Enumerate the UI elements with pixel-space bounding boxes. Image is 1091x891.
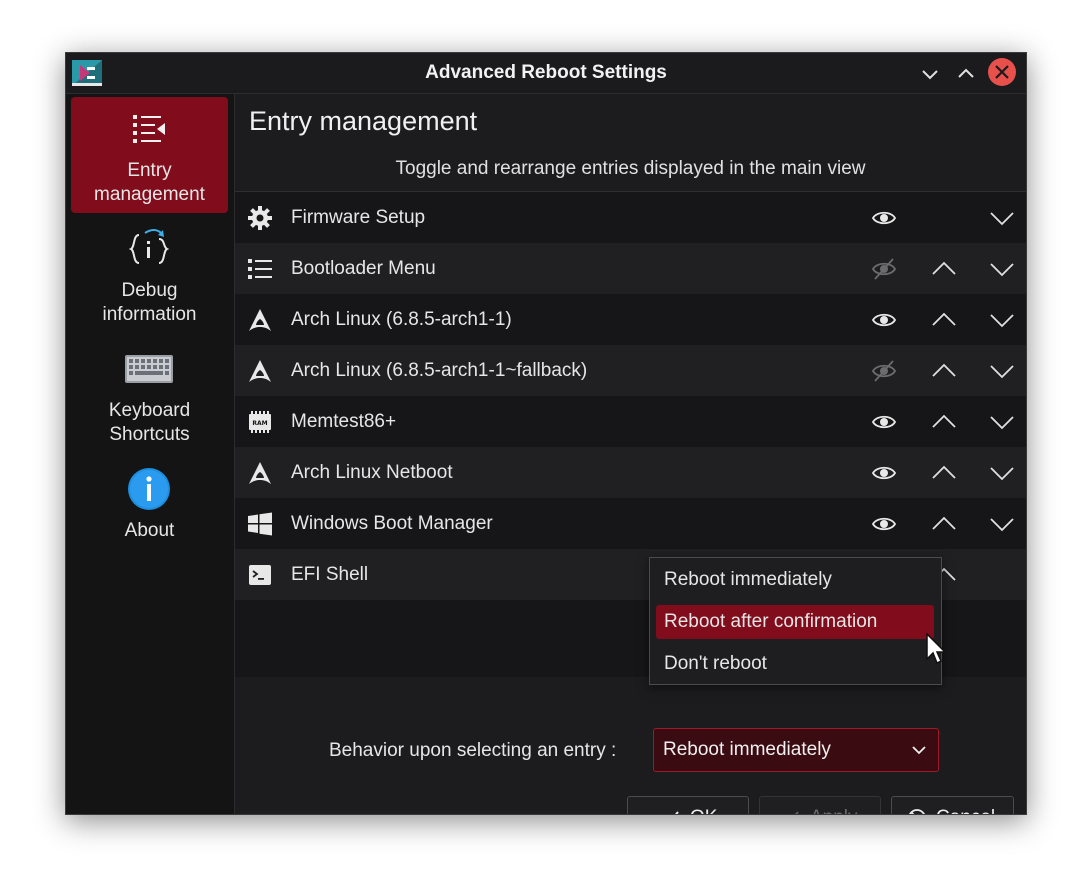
page-subtitle: Toggle and rearrange entries displayed i… (395, 158, 866, 179)
keyboard-icon (125, 355, 173, 383)
option-reboot-immediately[interactable]: Reboot immediately (656, 563, 934, 597)
close-icon[interactable] (988, 58, 1016, 86)
list-icon (248, 259, 272, 279)
sidebar-label-line2: information (102, 304, 197, 325)
sidebar-label-line2: management (94, 184, 205, 205)
cancel-icon (909, 809, 925, 814)
chevron-down-icon[interactable] (989, 460, 1015, 486)
list-item[interactable]: Arch Linux Netboot (235, 447, 1026, 498)
entry-label: Firmware Setup (291, 207, 426, 228)
behavior-label: Behavior upon selecting an entry : (329, 740, 617, 761)
eye-hidden-icon[interactable] (871, 358, 897, 384)
mouse-cursor-icon (926, 633, 947, 665)
option-dont-reboot[interactable]: Don't reboot (656, 647, 934, 681)
ram-chip-icon: RAM (249, 411, 271, 433)
minimize-icon[interactable] (918, 62, 942, 86)
entry-label: Windows Boot Manager (291, 513, 493, 534)
list-item[interactable]: RAM Memtest86+ (235, 396, 1026, 447)
list-item[interactable]: Arch Linux (6.8.5-arch1-1) (235, 294, 1026, 345)
sidebar-label-line1: Debug (121, 280, 178, 301)
debug-info-icon (128, 229, 170, 264)
cancel-button[interactable]: Cancel (891, 796, 1014, 814)
chevron-down-icon[interactable] (989, 409, 1015, 435)
sidebar-item-keyboard-shortcuts[interactable]: Keyboard Shortcuts (71, 337, 228, 453)
entry-label: EFI Shell (291, 564, 369, 585)
chevron-up-icon[interactable] (931, 307, 957, 333)
entry-label: Arch Linux (6.8.5-arch1-1~fallback) (291, 360, 588, 381)
eye-icon[interactable] (871, 307, 897, 333)
chevron-down-icon[interactable] (989, 511, 1015, 537)
eye-hidden-icon[interactable] (871, 256, 897, 282)
entry-label: Memtest86+ (291, 411, 397, 432)
sidebar-item-debug-information[interactable]: Debug information (71, 217, 228, 333)
behavior-dropdown[interactable]: Reboot immediately (653, 728, 939, 772)
entry-label: Bootloader Menu (291, 258, 436, 279)
eye-icon[interactable] (871, 409, 897, 435)
chevron-up-icon[interactable] (931, 460, 957, 486)
windows-icon (248, 512, 272, 536)
chevron-down-icon (912, 746, 926, 755)
eye-icon[interactable] (871, 205, 897, 231)
sidebar-label-line1: About (124, 520, 175, 541)
list-icon (133, 115, 165, 143)
window: Advanced Reboot Settings Entry managemen… (65, 52, 1027, 815)
sidebar-label-line2: Shortcuts (109, 424, 190, 445)
sidebar-label-line1: Keyboard (108, 400, 191, 421)
titlebar: Advanced Reboot Settings (66, 53, 1026, 94)
chevron-down-icon[interactable] (989, 256, 1015, 282)
info-icon (128, 468, 170, 510)
chevron-up-icon[interactable] (931, 256, 957, 282)
behavior-selected-value: Reboot immediately (663, 739, 831, 760)
arch-linux-icon (249, 462, 271, 484)
gear-icon (248, 206, 272, 230)
sidebar-label-line1: Entry (127, 160, 172, 181)
chevron-up-icon[interactable] (931, 358, 957, 384)
arch-linux-icon (249, 360, 271, 382)
maximize-icon[interactable] (954, 62, 978, 86)
cancel-label: Cancel (936, 797, 995, 814)
main-panel: Entry management Toggle and rearrange en… (235, 94, 1026, 814)
checkmark-icon (675, 811, 679, 814)
sidebar-item-entry-management[interactable]: Entry management (71, 97, 228, 213)
list-item[interactable]: Bootloader Menu (235, 243, 1026, 294)
chevron-down-icon[interactable] (989, 205, 1015, 231)
behavior-options-popup: Reboot immediately Reboot after confirma… (649, 557, 942, 685)
list-item[interactable]: Arch Linux (6.8.5-arch1-1~fallback) (235, 345, 1026, 396)
sidebar: Entry management Debug information Keybo… (66, 94, 235, 814)
apply-button[interactable]: Apply (759, 796, 881, 814)
checkmark-icon (795, 811, 799, 814)
svg-text:RAM: RAM (252, 420, 267, 427)
page-title: Entry management (249, 106, 478, 136)
option-reboot-after-confirmation[interactable]: Reboot after confirmation (656, 605, 934, 639)
eye-icon[interactable] (871, 511, 897, 537)
terminal-icon (249, 565, 271, 585)
chevron-down-icon[interactable] (989, 358, 1015, 384)
list-item[interactable]: Windows Boot Manager (235, 498, 1026, 549)
chevron-up-icon[interactable] (931, 409, 957, 435)
entry-label: Arch Linux (6.8.5-arch1-1) (291, 309, 512, 330)
entry-label: Arch Linux Netboot (291, 462, 453, 483)
apply-label: Apply (810, 797, 858, 814)
eye-icon[interactable] (871, 460, 897, 486)
sidebar-item-about[interactable]: About (71, 457, 228, 573)
arch-linux-icon (249, 309, 271, 331)
chevron-up-icon[interactable] (931, 511, 957, 537)
ok-label: OK (690, 797, 717, 814)
list-item[interactable]: Firmware Setup (235, 192, 1026, 243)
ok-button[interactable]: OK (627, 796, 749, 814)
window-title: Advanced Reboot Settings (425, 62, 667, 83)
chevron-down-icon[interactable] (989, 307, 1015, 333)
